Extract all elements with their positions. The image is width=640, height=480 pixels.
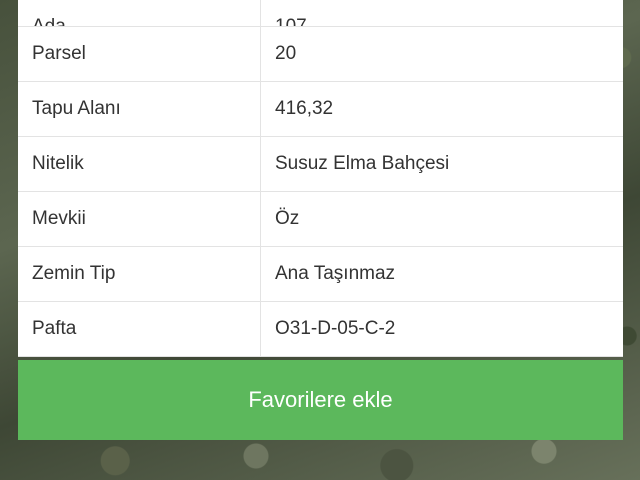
row-value: Ana Taşınmaz [275,263,396,284]
table-row: Parsel 20 [18,27,623,82]
parcel-info-table: Ada 107 Parsel 20 Tapu Alanı 416,32 Nite… [18,0,623,357]
table-row: Nitelik Susuz Elma Bahçesi [18,137,623,192]
table-row: Zemin Tip Ana Taşınmaz [18,247,623,302]
row-label: Zemin Tip [18,247,261,301]
add-to-favorites-button[interactable]: Favorilere ekle [18,360,623,440]
row-label: Tapu Alanı [18,82,261,136]
row-value: 416,32 [275,98,334,119]
row-value: Susuz Elma Bahçesi [275,153,450,174]
row-value: Öz [275,208,300,229]
row-label: Ada [18,0,261,26]
table-row: Mevkii Öz [18,192,623,247]
row-value: O31-D-05-C-2 [275,318,396,339]
table-row: Pafta O31-D-05-C-2 [18,302,623,357]
row-value: 20 [275,43,297,64]
table-row: Tapu Alanı 416,32 [18,82,623,137]
row-label: Mevkii [18,192,261,246]
row-label: Parsel [18,27,261,81]
table-row: Ada 107 [18,0,623,27]
row-label: Nitelik [18,137,261,191]
row-value: 107 [261,0,623,26]
row-label: Pafta [18,302,261,356]
